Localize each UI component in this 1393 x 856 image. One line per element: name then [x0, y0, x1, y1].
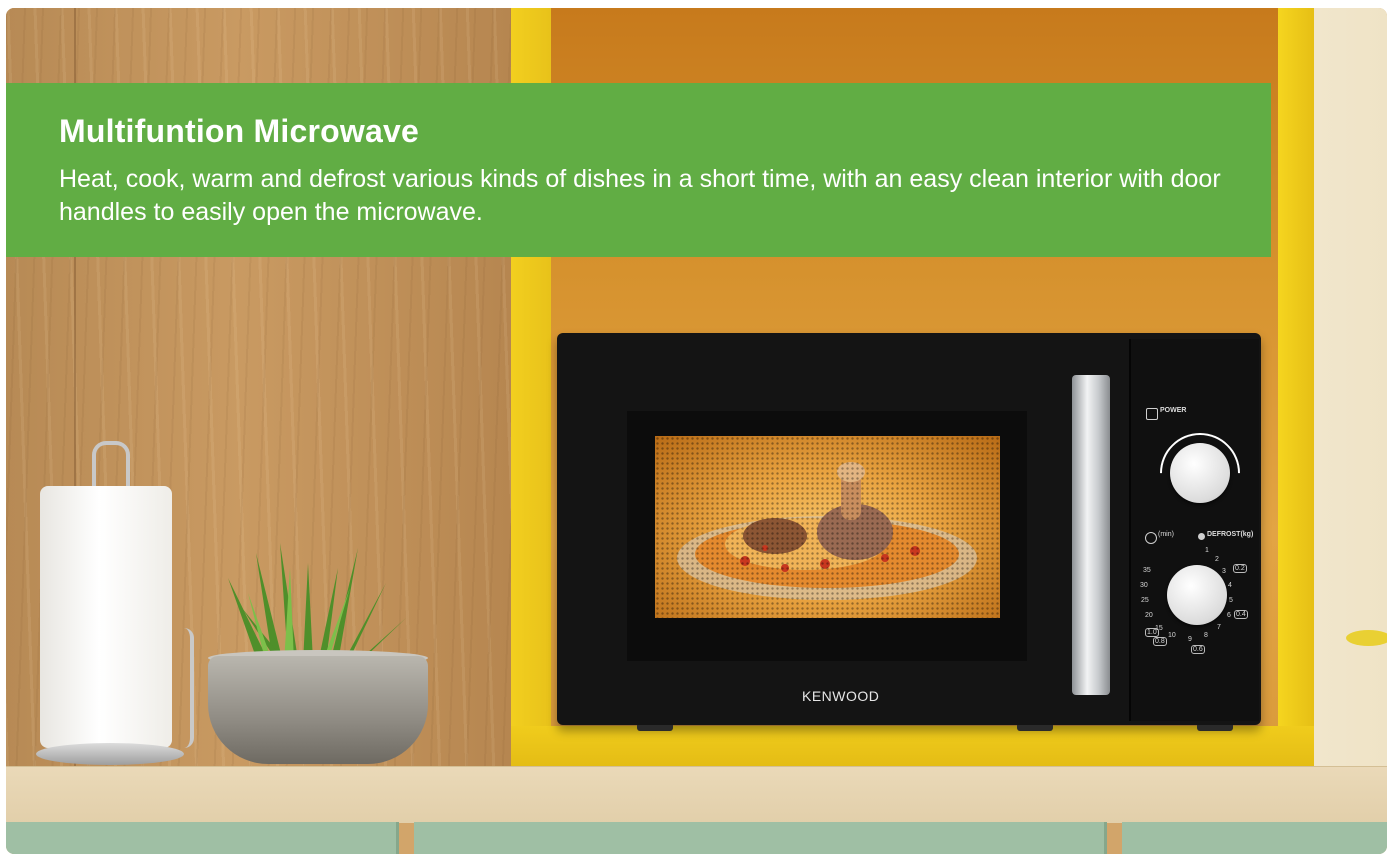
plant-pot: [208, 656, 428, 764]
timer-tick: 1: [1205, 547, 1209, 554]
paper-towel-roll: [40, 486, 172, 748]
timer-tick: 30: [1140, 582, 1148, 589]
control-panel: POWER (min) DEFROST(kg) 35 30 25 20 15 1…: [1129, 339, 1259, 721]
towel-holder-arm: [176, 628, 194, 748]
timer-tick: 10: [1168, 632, 1176, 639]
feature-banner: Multifuntion Microwave Heat, cook, warm …: [6, 83, 1271, 257]
defrost-icon: [1198, 533, 1205, 540]
clock-icon: [1145, 532, 1157, 544]
timer-tick: 9: [1188, 636, 1192, 643]
banner-title: Multifuntion Microwave: [59, 113, 419, 149]
countertop: [6, 766, 1387, 823]
door-handle[interactable]: [1072, 375, 1110, 695]
cabinet-right-panel: [1278, 8, 1314, 768]
timer-tick: 3: [1222, 568, 1226, 575]
defrost-tick: 0.8: [1153, 637, 1167, 646]
cupboard-door: [1122, 822, 1387, 854]
foot: [637, 725, 673, 731]
power-icon: [1146, 408, 1158, 420]
towel-holder-base: [36, 743, 184, 765]
product-image: KENWOOD POWER (min) DEFROST(kg) 35 30 25…: [6, 8, 1387, 854]
timer-tick: 6: [1227, 612, 1231, 619]
timer-label: (min): [1158, 531, 1174, 538]
timer-tick: 25: [1141, 597, 1149, 604]
defrost-tick: 1.0: [1145, 628, 1159, 637]
banner-description: Heat, cook, warm and defrost various kin…: [59, 165, 1221, 226]
foot: [1017, 725, 1053, 731]
brand-logo: KENWOOD: [802, 688, 880, 704]
timer-tick: 8: [1204, 632, 1208, 639]
defrost-tick: 0.6: [1191, 645, 1205, 654]
defrost-tick: 0.2: [1233, 564, 1247, 573]
timer-tick: 5: [1229, 597, 1233, 604]
cabinet-shelf: [511, 726, 1314, 770]
defrost-tick: 0.4: [1234, 610, 1248, 619]
foot: [1197, 725, 1233, 731]
plate: [1346, 630, 1387, 646]
timer-tick: 7: [1217, 624, 1221, 631]
timer-knob[interactable]: [1167, 565, 1227, 625]
timer-tick: 2: [1215, 556, 1219, 563]
right-wall: [1314, 8, 1387, 768]
timer-tick: 35: [1143, 567, 1151, 574]
timer-tick: 20: [1145, 612, 1153, 619]
timer-tick: 4: [1228, 582, 1232, 589]
cupboard-door: [414, 822, 1107, 854]
defrost-label: DEFROST(kg): [1207, 531, 1254, 538]
window-mesh: [655, 436, 1000, 618]
power-label: POWER: [1160, 407, 1187, 414]
microwave: KENWOOD POWER (min) DEFROST(kg) 35 30 25…: [557, 333, 1261, 731]
plant-icon: [228, 543, 406, 663]
cupboard-door: [6, 822, 399, 854]
door-window: [655, 436, 1000, 618]
power-knob[interactable]: [1170, 443, 1230, 503]
